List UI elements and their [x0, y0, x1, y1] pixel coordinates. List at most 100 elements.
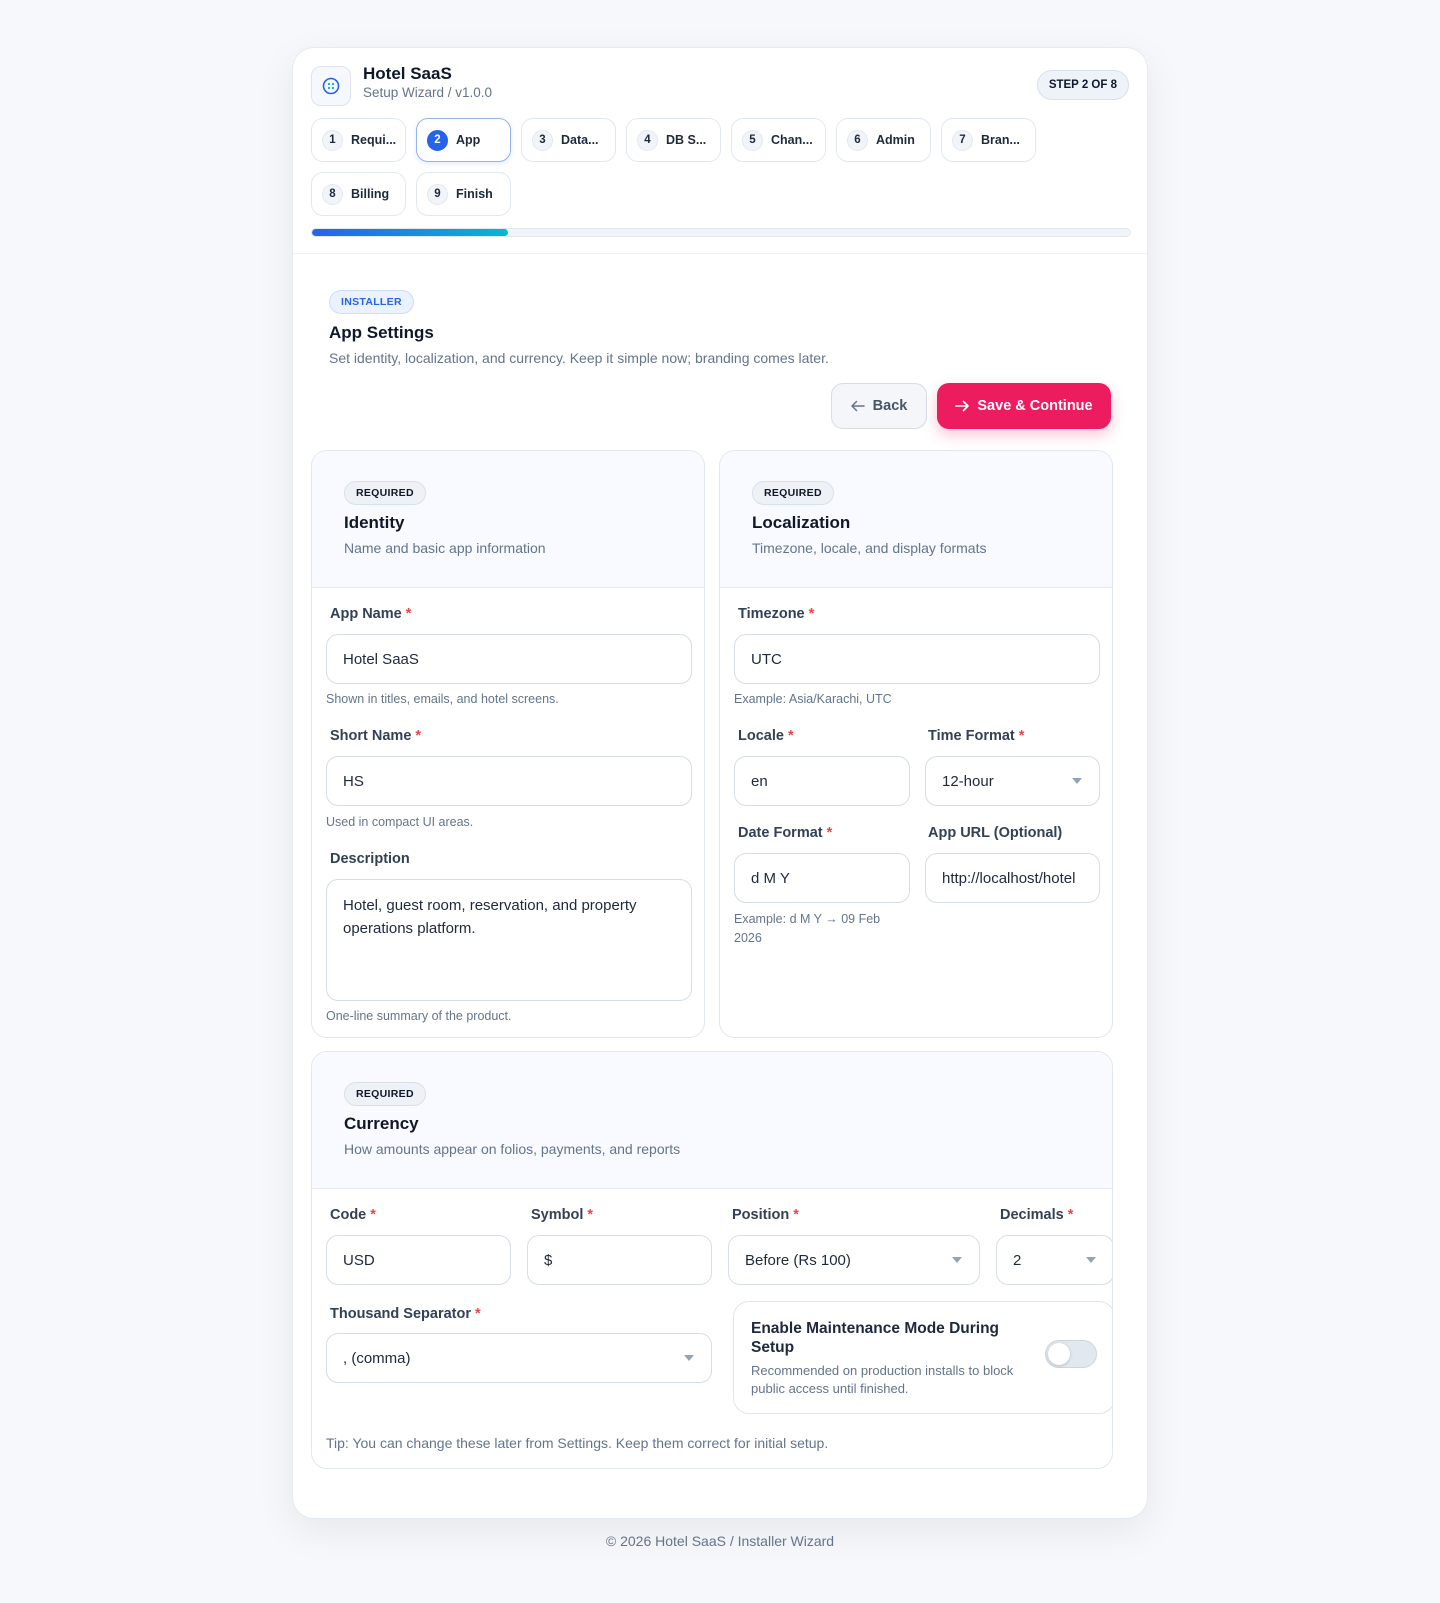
save-continue-button[interactable]: Save & Continue: [937, 383, 1111, 429]
chevron-down-icon: [1072, 778, 1082, 784]
arrow-right-icon: [955, 400, 970, 412]
footer-copyright: © 2026 Hotel SaaS / Installer Wizard: [605, 1533, 835, 1549]
app-url-input[interactable]: http://localhost/hotel: [925, 853, 1100, 903]
wizard-progress-bar: [311, 228, 1131, 237]
step-number: 3: [532, 129, 553, 151]
description-hint: One-line summary of the product.: [326, 1009, 512, 1023]
localization-panel: REQUIRED Localization Timezone, locale, …: [719, 450, 1113, 1038]
step-label: Admin: [876, 133, 915, 147]
step-number: 5: [742, 129, 763, 151]
timezone-input[interactable]: UTC: [734, 634, 1100, 684]
step-tab-requirements[interactable]: 1 Requi...: [311, 118, 406, 162]
step-number: 2: [427, 129, 448, 151]
step-label: Billing: [351, 187, 390, 201]
required-badge: REQUIRED: [344, 1082, 426, 1106]
step-number: 7: [952, 129, 973, 151]
localization-subtitle: Timezone, locale, and display formats: [752, 540, 987, 556]
thousand-separator-value: , (comma): [343, 1349, 411, 1367]
thousand-separator-select[interactable]: , (comma): [326, 1333, 712, 1383]
step-tab-admin[interactable]: 6 Admin: [836, 118, 931, 162]
step-tab-billing[interactable]: 8 Billing: [311, 172, 406, 216]
app-title: Hotel SaaS: [363, 64, 452, 83]
step-number: 1: [322, 129, 343, 151]
currency-code-label: Code *: [330, 1207, 376, 1223]
step-tab-finish[interactable]: 9 Finish: [416, 172, 511, 216]
currency-symbol-label: Symbol *: [531, 1207, 594, 1223]
maintenance-mode-title: Enable Maintenance Mode During Setup: [751, 1320, 1000, 1356]
step-nav: 1 Requi... 2 App 3 Data... 4 DB S... 5 Chan..…: [311, 118, 1131, 216]
maintenance-mode-card: Enable Maintenance Mode During Setup Rec…: [733, 1301, 1112, 1414]
currency-panel: REQUIRED Currency How amounts appear on …: [311, 1051, 1113, 1469]
currency-symbol-input[interactable]: $: [527, 1235, 712, 1285]
chevron-down-icon: [1086, 1257, 1096, 1263]
step-number: 9: [427, 183, 448, 205]
short-name-label: Short Name *: [330, 728, 422, 744]
step-label: Data...: [561, 133, 599, 147]
back-button-label: Back: [872, 398, 908, 414]
description-textarea[interactable]: Hotel, guest room, reservation, and prop…: [326, 879, 692, 1001]
identity-title: Identity: [344, 513, 405, 532]
app-name-hint: Shown in titles, emails, and hotel scree…: [326, 692, 559, 706]
app-name-input[interactable]: Hotel SaaS: [326, 634, 692, 684]
step-label: DB S...: [666, 133, 707, 147]
short-name-input[interactable]: HS: [326, 756, 692, 806]
page-title: App Settings: [329, 323, 434, 342]
decimals-label: Decimals *: [1000, 1207, 1074, 1223]
currency-position-select[interactable]: Before (Rs 100): [728, 1235, 980, 1285]
decimals-value: 2: [1013, 1251, 1022, 1269]
chevron-down-icon: [684, 1355, 694, 1361]
step-label: App: [456, 133, 481, 147]
step-tab-app[interactable]: 2 App: [416, 118, 511, 162]
maintenance-mode-toggle[interactable]: [1045, 1340, 1097, 1368]
step-label: Requi...: [351, 133, 397, 147]
timezone-hint: Example: Asia/Karachi, UTC: [734, 692, 892, 706]
step-tab-channels[interactable]: 5 Chan...: [731, 118, 826, 162]
page-description: Set identity, localization, and currency…: [329, 350, 829, 366]
app-subtitle: Setup Wizard / v1.0.0: [363, 85, 493, 100]
progress-fill: [312, 229, 509, 236]
step-tab-branding[interactable]: 7 Bran...: [941, 118, 1036, 162]
app-name-label: App Name *: [330, 606, 412, 622]
timezone-label: Timezone *: [738, 606, 815, 622]
locale-input[interactable]: en: [734, 756, 910, 806]
locale-label: Locale *: [738, 728, 794, 744]
time-format-label: Time Format *: [928, 728, 1025, 744]
thousand-separator-label: Thousand Separator *: [330, 1306, 481, 1322]
header-divider: [293, 253, 1147, 254]
short-name-hint: Used in compact UI areas.: [326, 815, 474, 829]
localization-title: Localization: [752, 513, 851, 532]
identity-panel: REQUIRED Identity Name and basic app inf…: [311, 450, 705, 1038]
arrow-left-icon: [850, 400, 865, 412]
time-format-value: 12-hour: [942, 772, 994, 790]
currency-code-input[interactable]: USD: [326, 1235, 511, 1285]
tip-text: Tip: You can change these later from Set…: [326, 1435, 829, 1451]
required-badge: REQUIRED: [752, 481, 834, 505]
description-label: Description: [330, 851, 410, 867]
step-label: Finish: [456, 187, 493, 201]
date-format-label: Date Format *: [738, 825, 833, 841]
localization-panel-header: REQUIRED Localization Timezone, locale, …: [720, 451, 1112, 588]
time-format-select[interactable]: 12-hour: [925, 756, 1100, 806]
date-format-hint: Example: d M Y → 09 Feb 2026: [734, 912, 881, 945]
currency-position-value: Before (Rs 100): [745, 1251, 851, 1269]
identity-subtitle: Name and basic app information: [344, 540, 546, 556]
chevron-down-icon: [952, 1257, 962, 1263]
step-number: 8: [322, 183, 343, 205]
date-format-input[interactable]: d M Y: [734, 853, 910, 903]
app-url-label: App URL (Optional): [928, 825, 1063, 841]
step-tab-db-setup[interactable]: 4 DB S...: [626, 118, 721, 162]
step-label: Chan...: [771, 133, 813, 147]
step-number: 6: [847, 129, 868, 151]
identity-panel-header: REQUIRED Identity Name and basic app inf…: [312, 451, 704, 588]
back-button[interactable]: Back: [831, 383, 927, 429]
required-badge: REQUIRED: [344, 481, 426, 505]
step-counter-badge: STEP 2 OF 8: [1036, 70, 1129, 100]
installer-tag: INSTALLER: [329, 290, 414, 314]
currency-title: Currency: [344, 1114, 419, 1133]
currency-position-label: Position *: [732, 1207, 799, 1223]
decimals-select[interactable]: 2: [996, 1235, 1112, 1285]
toggle-knob: [1048, 1343, 1070, 1365]
step-number: 4: [637, 129, 658, 151]
step-tab-database[interactable]: 3 Data...: [521, 118, 616, 162]
currency-panel-header: REQUIRED Currency How amounts appear on …: [312, 1052, 1112, 1189]
